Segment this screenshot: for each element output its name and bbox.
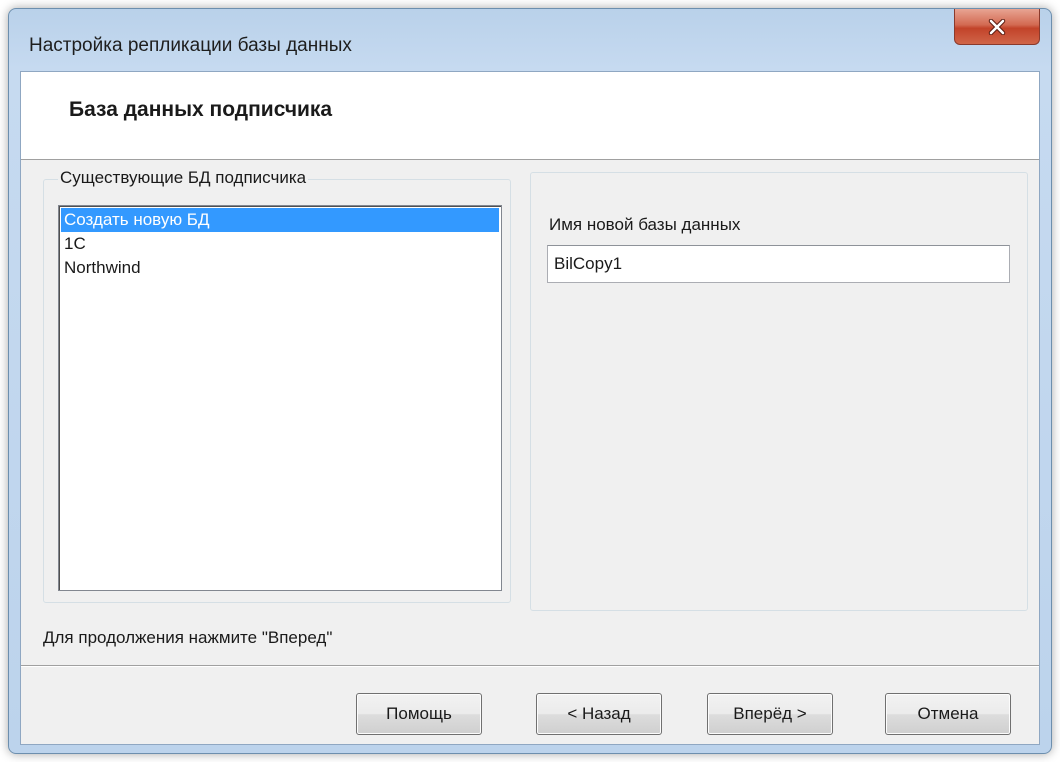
cancel-button[interactable]: Отмена (885, 693, 1011, 735)
window-title: Настройка репликации базы данных (29, 35, 352, 56)
help-button[interactable]: Помощь (356, 693, 482, 735)
close-button[interactable] (954, 9, 1040, 45)
new-db-name-input[interactable] (547, 245, 1010, 283)
header-band: База данных подписчика (21, 72, 1039, 160)
new-db-panel: Имя новой базы данных (530, 172, 1028, 611)
existing-db-groupbox: Существующие БД подписчика Создать новую… (43, 168, 511, 603)
bottom-divider (21, 665, 1039, 667)
list-item-create-new-db[interactable]: Создать новую БД (61, 208, 499, 232)
existing-db-group-label: Существующие БД подписчика (58, 168, 309, 188)
dialog-client-area: База данных подписчика Существующие БД п… (20, 71, 1040, 745)
close-icon (988, 18, 1006, 35)
existing-db-listbox[interactable]: Создать новую БД 1C Northwind (58, 205, 502, 591)
wizard-window: Настройка репликации базы данных База да… (8, 8, 1052, 754)
next-button[interactable]: Вперёд > (707, 693, 833, 735)
hint-text: Для продолжения нажмите "Вперед" (43, 628, 333, 647)
new-db-name-label: Имя новой базы данных (549, 215, 741, 234)
list-item-1c[interactable]: 1C (61, 232, 499, 256)
page-title: База данных подписчика (69, 98, 333, 121)
title-bar[interactable]: Настройка репликации базы данных (9, 9, 1051, 71)
list-item-northwind[interactable]: Northwind (61, 256, 499, 280)
back-button[interactable]: < Назад (536, 693, 662, 735)
